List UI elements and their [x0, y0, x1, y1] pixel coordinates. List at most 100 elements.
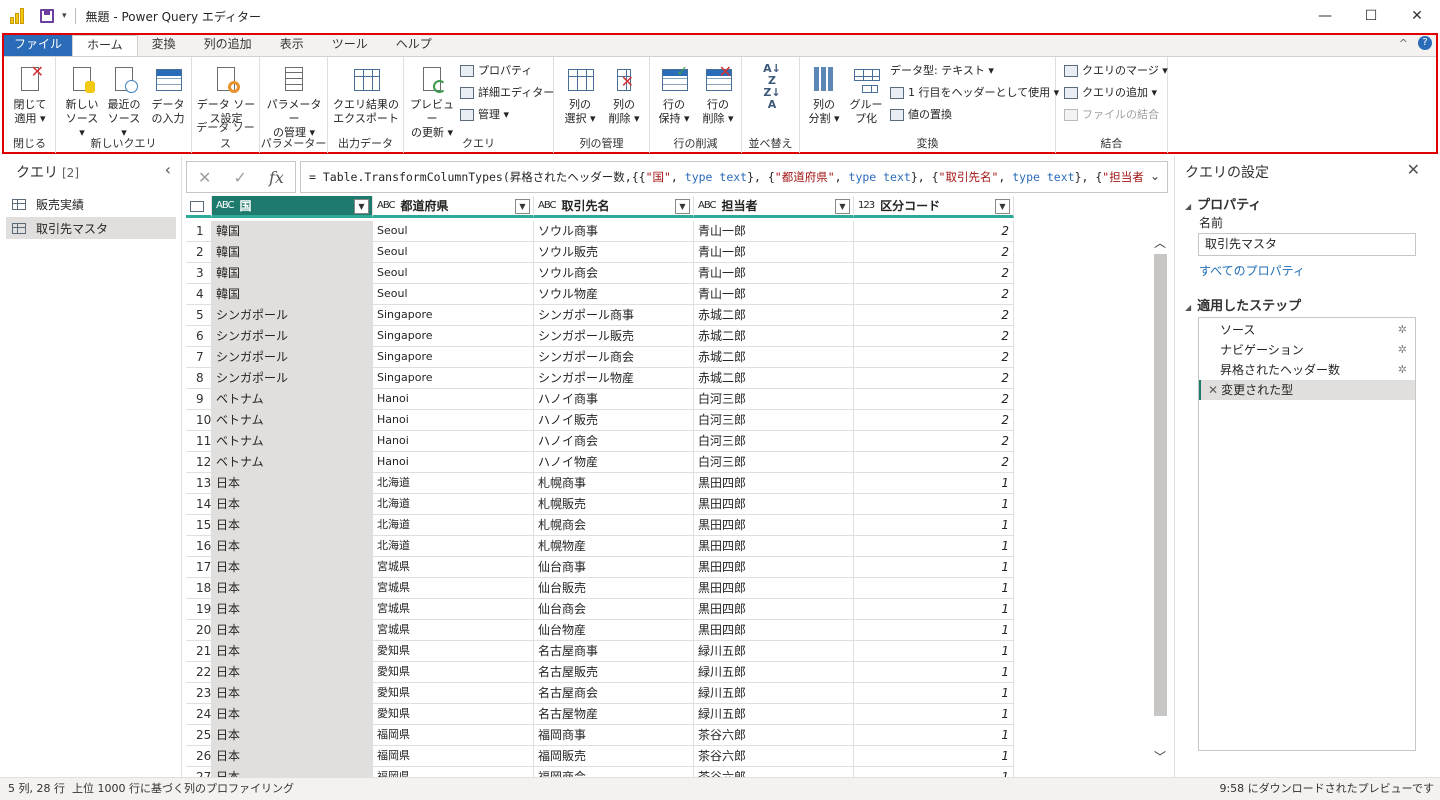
export-query-results-button[interactable]: クエリ結果の エクスポート — [330, 65, 402, 126]
table-cell[interactable]: 青山一郎 — [694, 284, 854, 305]
fx-icon[interactable]: fx — [269, 168, 284, 187]
table-cell[interactable]: 韓国 — [212, 263, 373, 284]
table-cell[interactable]: 日本 — [212, 494, 373, 515]
minimize-button[interactable]: — — [1302, 0, 1348, 32]
table-cell[interactable]: Singapore — [373, 368, 534, 389]
table-cell[interactable]: 日本 — [212, 578, 373, 599]
filter-dropdown-icon[interactable]: ▼ — [354, 199, 369, 214]
refresh-preview-button[interactable]: プレビュー の更新 ▾ — [408, 65, 456, 140]
table-cell[interactable]: Singapore — [373, 326, 534, 347]
table-cell[interactable]: 1 — [854, 494, 1014, 515]
table-cell[interactable]: 2 — [854, 410, 1014, 431]
table-cell[interactable]: 愛知県 — [373, 662, 534, 683]
sort-ascending-button[interactable]: A↓ Z — [760, 63, 784, 87]
table-cell[interactable]: 福岡販売 — [534, 746, 694, 767]
table-cell[interactable]: 1 — [854, 473, 1014, 494]
gear-icon[interactable]: ✲ — [1398, 320, 1407, 340]
remove-columns-button[interactable]: ✕ 列の 削除 ▾ — [602, 65, 646, 126]
table-cell[interactable]: 緑川五郎 — [694, 683, 854, 704]
table-cell[interactable]: 1 — [854, 599, 1014, 620]
table-cell[interactable]: ベトナム — [212, 410, 373, 431]
table-cell[interactable]: シンガポール — [212, 347, 373, 368]
table-cell[interactable]: Hanoi — [373, 431, 534, 452]
table-cell[interactable]: 北海道 — [373, 494, 534, 515]
table-cell[interactable]: シンガポール商事 — [534, 305, 694, 326]
properties-button[interactable]: プロパティ — [460, 61, 532, 81]
filter-dropdown-icon[interactable]: ▼ — [995, 199, 1010, 214]
query-item-sales[interactable]: 販売実績 — [6, 193, 176, 215]
table-cell[interactable]: 札幌販売 — [534, 494, 694, 515]
step-source[interactable]: ソース ✲ — [1199, 320, 1415, 340]
table-cell[interactable]: 1 — [854, 683, 1014, 704]
table-cell[interactable]: 青山一郎 — [694, 263, 854, 284]
collapse-pane-icon[interactable]: ‹ — [165, 160, 171, 179]
table-cell[interactable]: 黒田四郎 — [694, 473, 854, 494]
table-cell[interactable]: 2 — [854, 305, 1014, 326]
table-cell[interactable]: 赤城二郎 — [694, 326, 854, 347]
table-cell[interactable]: 茶谷六郎 — [694, 767, 854, 777]
table-cell[interactable]: シンガポール販売 — [534, 326, 694, 347]
data-source-settings-button[interactable]: データ ソー ス設定 — [196, 65, 256, 126]
gear-icon[interactable]: ✲ — [1398, 340, 1407, 360]
table-cell[interactable]: 仙台商事 — [534, 557, 694, 578]
table-cell[interactable]: ベトナム — [212, 452, 373, 473]
tab-home[interactable]: ホーム — [72, 35, 138, 56]
tab-tools[interactable]: ツール — [318, 35, 382, 56]
table-cell[interactable]: 福岡県 — [373, 725, 534, 746]
step-promoted-headers[interactable]: 昇格されたヘッダー数 ✲ — [1199, 360, 1415, 380]
merge-queries-button[interactable]: クエリのマージ ▾ — [1064, 61, 1168, 81]
table-cell[interactable]: 北海道 — [373, 536, 534, 557]
table-cell[interactable]: 2 — [854, 242, 1014, 263]
table-cell[interactable]: 日本 — [212, 473, 373, 494]
table-cell[interactable]: 日本 — [212, 599, 373, 620]
close-window-button[interactable]: ✕ — [1394, 0, 1440, 32]
column-header[interactable]: ABC 担当者 ▼ — [694, 196, 854, 218]
table-cell[interactable]: 日本 — [212, 536, 373, 557]
table-cell[interactable]: 福岡県 — [373, 746, 534, 767]
table-cell[interactable]: 黒田四郎 — [694, 515, 854, 536]
step-changed-type[interactable]: ✕ 変更された型 — [1199, 380, 1415, 400]
table-cell[interactable]: 日本 — [212, 557, 373, 578]
delete-step-icon[interactable]: ✕ — [1208, 383, 1218, 397]
table-cell[interactable]: ソウル商事 — [534, 221, 694, 242]
use-first-row-headers-button[interactable]: 1 行目をヘッダーとして使用 ▾ — [890, 83, 1059, 103]
keep-rows-button[interactable]: ✓ 行の 保持 ▾ — [652, 65, 696, 126]
tab-transform[interactable]: 変換 — [138, 35, 190, 56]
all-properties-link[interactable]: すべてのプロパティ — [1199, 262, 1305, 279]
table-cell[interactable]: 赤城二郎 — [694, 347, 854, 368]
new-source-button[interactable]: 新しい ソース ▾ — [62, 65, 102, 140]
formula-input[interactable]: = Table.TransformColumnTypes(昇格されたヘッダー数,… — [300, 161, 1168, 193]
table-cell[interactable]: 札幌商会 — [534, 515, 694, 536]
close-apply-button[interactable]: ✕ 閉じて 適用 ▾ — [10, 64, 50, 126]
group-by-button[interactable]: グルー プ化 — [846, 65, 886, 126]
table-cell[interactable]: 宮城県 — [373, 578, 534, 599]
table-cell[interactable]: Seoul — [373, 284, 534, 305]
expand-formula-icon[interactable]: ⌄ — [1143, 169, 1160, 183]
table-cell[interactable]: 2 — [854, 263, 1014, 284]
table-cell[interactable]: 2 — [854, 368, 1014, 389]
table-cell[interactable]: 2 — [854, 452, 1014, 473]
scroll-down-icon[interactable]: ﹀ — [1154, 748, 1166, 765]
table-cell[interactable]: シンガポール — [212, 368, 373, 389]
table-cell[interactable]: 1 — [854, 578, 1014, 599]
replace-values-button[interactable]: 値の置換 — [890, 105, 952, 125]
status-profiling[interactable]: 上位 1000 行に基づく列のプロファイリング — [72, 778, 294, 800]
close-settings-icon[interactable]: ✕ — [1407, 160, 1420, 179]
table-cell[interactable]: 名古屋商会 — [534, 683, 694, 704]
table-cell[interactable]: Seoul — [373, 242, 534, 263]
table-cell[interactable]: ソウル商会 — [534, 263, 694, 284]
table-cell[interactable]: 韓国 — [212, 221, 373, 242]
table-cell[interactable]: 日本 — [212, 641, 373, 662]
column-type-icon[interactable]: ABC — [377, 200, 395, 211]
vertical-scrollbar[interactable]: ︿ ﹀ — [1152, 232, 1168, 768]
table-cell[interactable]: 2 — [854, 326, 1014, 347]
table-cell[interactable]: Singapore — [373, 305, 534, 326]
choose-columns-button[interactable]: 列の 選択 ▾ — [558, 65, 602, 126]
step-navigation[interactable]: ナビゲーション ✲ — [1199, 340, 1415, 360]
table-cell[interactable]: 宮城県 — [373, 620, 534, 641]
filter-dropdown-icon[interactable]: ▼ — [515, 199, 530, 214]
table-cell[interactable]: 青山一郎 — [694, 221, 854, 242]
table-cell[interactable]: 日本 — [212, 704, 373, 725]
table-cell[interactable]: 福岡商事 — [534, 725, 694, 746]
table-cell[interactable]: Hanoi — [373, 410, 534, 431]
